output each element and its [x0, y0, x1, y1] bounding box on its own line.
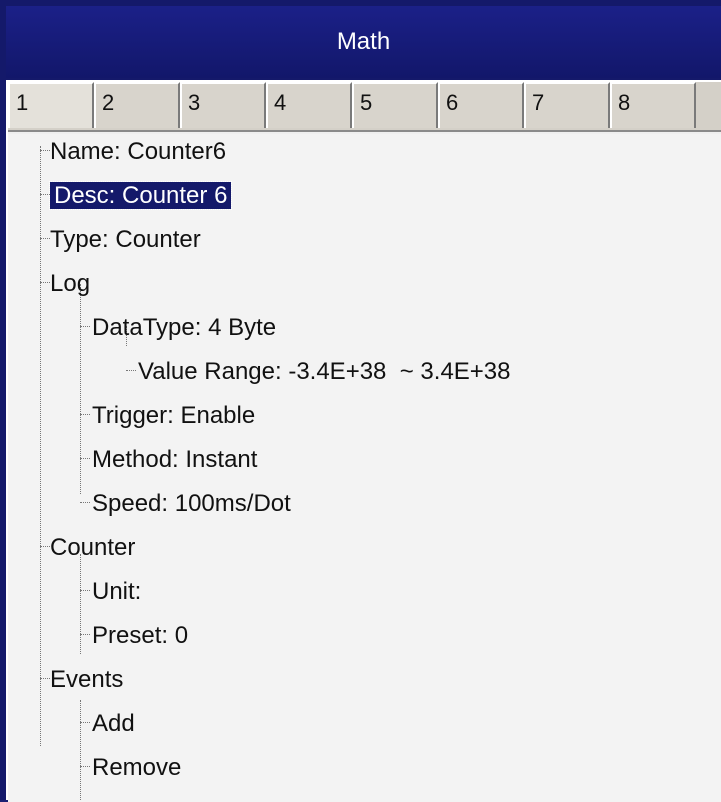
tree-branch [80, 766, 90, 767]
tree-branch [80, 502, 90, 503]
tree-branch [40, 678, 50, 679]
channel-tabs: 1 2 3 4 5 6 7 8 [8, 82, 721, 132]
tree-events-line [80, 700, 81, 800]
tree-branch [80, 722, 90, 723]
tree-item-desc[interactable]: Desc: Counter 6 [48, 178, 233, 214]
tree-item-value-range[interactable]: Value Range: -3.4E+38 ~ 3.4E+38 [138, 354, 511, 390]
tree-root-line [40, 146, 41, 746]
tree-branch [40, 194, 50, 195]
tab-8[interactable]: 8 [610, 82, 696, 128]
tree-branch [80, 414, 90, 415]
tab-7[interactable]: 7 [524, 82, 610, 128]
tree-branch [80, 326, 90, 327]
tree-item-datatype[interactable]: DataType: 4 Byte [92, 310, 276, 346]
tree-branch [80, 458, 90, 459]
window-title: Math [6, 6, 721, 78]
tree-branch [126, 370, 136, 371]
tree-item-log[interactable]: Log [50, 266, 90, 302]
tree-item-label: Method: Instant [92, 446, 258, 473]
tree-item-label: Remove [92, 754, 182, 781]
tree-branch [40, 150, 50, 151]
tree-item-trigger[interactable]: Trigger: Enable [92, 398, 255, 434]
tree-item-label: Log [50, 270, 91, 297]
tree-item-method[interactable]: Method: Instant [92, 442, 257, 478]
tree-item-label: Desc: Counter 6 [48, 181, 233, 210]
tab-1[interactable]: 1 [8, 82, 94, 128]
tree-item-add[interactable]: Add [92, 706, 135, 742]
tab-6[interactable]: 6 [438, 82, 524, 128]
tree-item-name[interactable]: Name: Counter6 [50, 134, 226, 170]
tree-item-label: Unit: [92, 578, 142, 605]
tab-5[interactable]: 5 [352, 82, 438, 128]
tab-4[interactable]: 4 [266, 82, 352, 128]
tree-branch [40, 282, 50, 283]
tree-item-unit[interactable]: Unit: [92, 574, 141, 610]
tree-counter-line [80, 554, 81, 654]
tree-branch [40, 546, 50, 547]
tree-item-label: DataType: 4 Byte [92, 314, 277, 341]
tree-item-label: Events [50, 666, 124, 693]
tree-item-label: Preset: 0 [92, 622, 189, 649]
tree-branch [40, 238, 50, 239]
tab-2[interactable]: 2 [94, 82, 180, 128]
tree-branch [80, 590, 90, 591]
settings-tree: Name: Counter6 Desc: Counter 6 Type: Cou… [8, 134, 721, 802]
tree-item-label: Speed: 100ms/Dot [92, 490, 291, 517]
tree-item-speed[interactable]: Speed: 100ms/Dot [92, 486, 291, 522]
math-panel: 1 2 3 4 5 6 7 8 Name: Counter6 Desc: Cou… [6, 80, 721, 802]
tree-item-remove[interactable]: Remove [92, 750, 181, 786]
tree-item-events[interactable]: Events [50, 662, 123, 698]
tab-3[interactable]: 3 [180, 82, 266, 128]
tree-item-label: Value Range: -3.4E+38 ~ 3.4E+38 [138, 358, 511, 385]
math-window: Math 1 2 3 4 5 6 7 8 Name: Counter6 Desc… [0, 0, 721, 802]
tree-log-line [80, 284, 81, 494]
tree-item-label: Type: Counter [50, 226, 201, 253]
tree-item-label: Counter [50, 534, 136, 561]
tree-item-label: Add [92, 710, 135, 737]
tree-branch [80, 634, 90, 635]
tree-item-counter[interactable]: Counter [50, 530, 135, 566]
tree-item-type[interactable]: Type: Counter [50, 222, 201, 258]
tree-item-label: Name: Counter6 [50, 138, 227, 165]
tree-item-preset[interactable]: Preset: 0 [92, 618, 188, 654]
tree-item-label: Trigger: Enable [92, 402, 256, 429]
